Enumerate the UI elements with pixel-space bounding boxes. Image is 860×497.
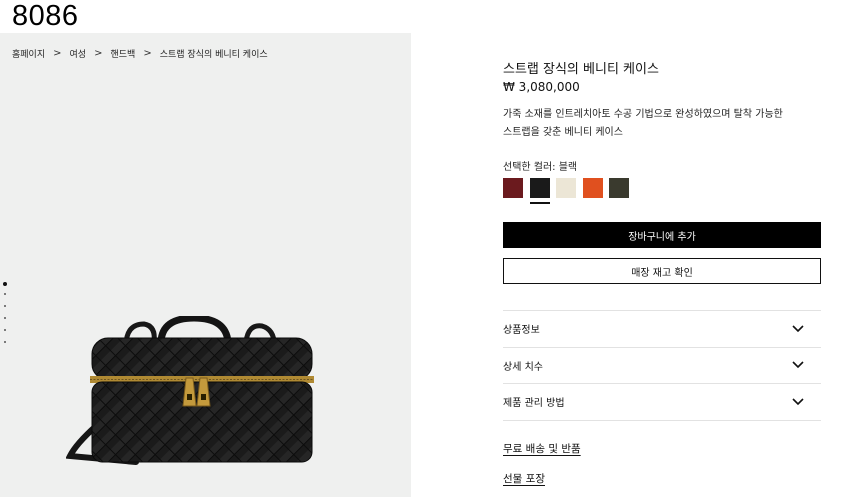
gallery-pagination [2,282,7,353]
product-details-accordion: 상품정보 상세 치수 제품 관리 방법 [503,310,821,421]
breadcrumb-women[interactable]: 여성 [70,47,87,60]
product-description-line: 스트랩을 갖춘 베니티 케이스 [503,127,623,138]
breadcrumb-separator: > [94,48,103,59]
breadcrumb-home[interactable]: 홈페이지 [12,47,45,60]
chevron-down-icon [792,361,804,369]
accordion-label: 상세 치수 [503,361,543,373]
color-swatch-cream[interactable] [556,178,576,198]
gallery-dot[interactable] [3,305,6,307]
color-swatch-black[interactable] [529,178,550,204]
product-image-vanity-case [66,316,314,465]
product-description: 가죽 소재를 인트레치아토 수공 기법으로 완성하였으며 탈착 가능한 스트랩을… [503,106,821,142]
color-swatch-orange[interactable] [582,178,603,198]
color-swatch-dark-red[interactable] [503,178,523,198]
color-swatch-dark-olive[interactable] [609,178,629,198]
accordion-dimensions[interactable]: 상세 치수 [503,348,821,384]
accordion-product-info[interactable]: 상품정보 [503,311,821,348]
gallery-dot[interactable] [3,341,6,343]
breadcrumb-current: 스트랩 장식의 베니티 케이스 [159,50,268,60]
gallery-dot-active[interactable] [2,282,7,286]
add-to-cart-button[interactable]: 장바구니에 추가 [503,222,821,248]
product-title: 스트랩 장식의 베니티 케이스 [503,62,659,77]
free-shipping-returns-link[interactable]: 무료 배송 및 반품 [503,441,581,456]
chevron-down-icon [792,325,804,332]
accordion-label: 상품정보 [503,325,540,337]
breadcrumb-separator: > [53,48,62,59]
gallery-dot[interactable] [3,293,6,295]
product-price: ₩ 3,080,000 [503,80,580,94]
gift-wrapping-link[interactable]: 선물 포장 [503,471,545,486]
color-swatches [503,178,636,204]
breadcrumb: 홈페이지 > 여성 > 핸드백 > 스트랩 장식의 베니티 케이스 [12,47,268,60]
breadcrumb-handbags[interactable]: 핸드백 [110,47,135,60]
gallery-dot[interactable] [3,329,6,331]
breadcrumb-separator: > [143,48,152,59]
product-description-line: 가죽 소재를 인트레치아토 수공 기법으로 완성하였으며 탈착 가능한 [503,109,783,120]
check-store-stock-button[interactable]: 매장 재고 확인 [503,258,821,284]
image-code-label: 8086 [12,0,79,32]
accordion-label: 제품 관리 방법 [503,398,565,410]
selected-color-label: 선택한 컬러: 블랙 [503,162,578,173]
accordion-care[interactable]: 제품 관리 방법 [503,384,821,421]
chevron-down-icon [792,398,804,405]
gallery-dot[interactable] [3,317,6,319]
